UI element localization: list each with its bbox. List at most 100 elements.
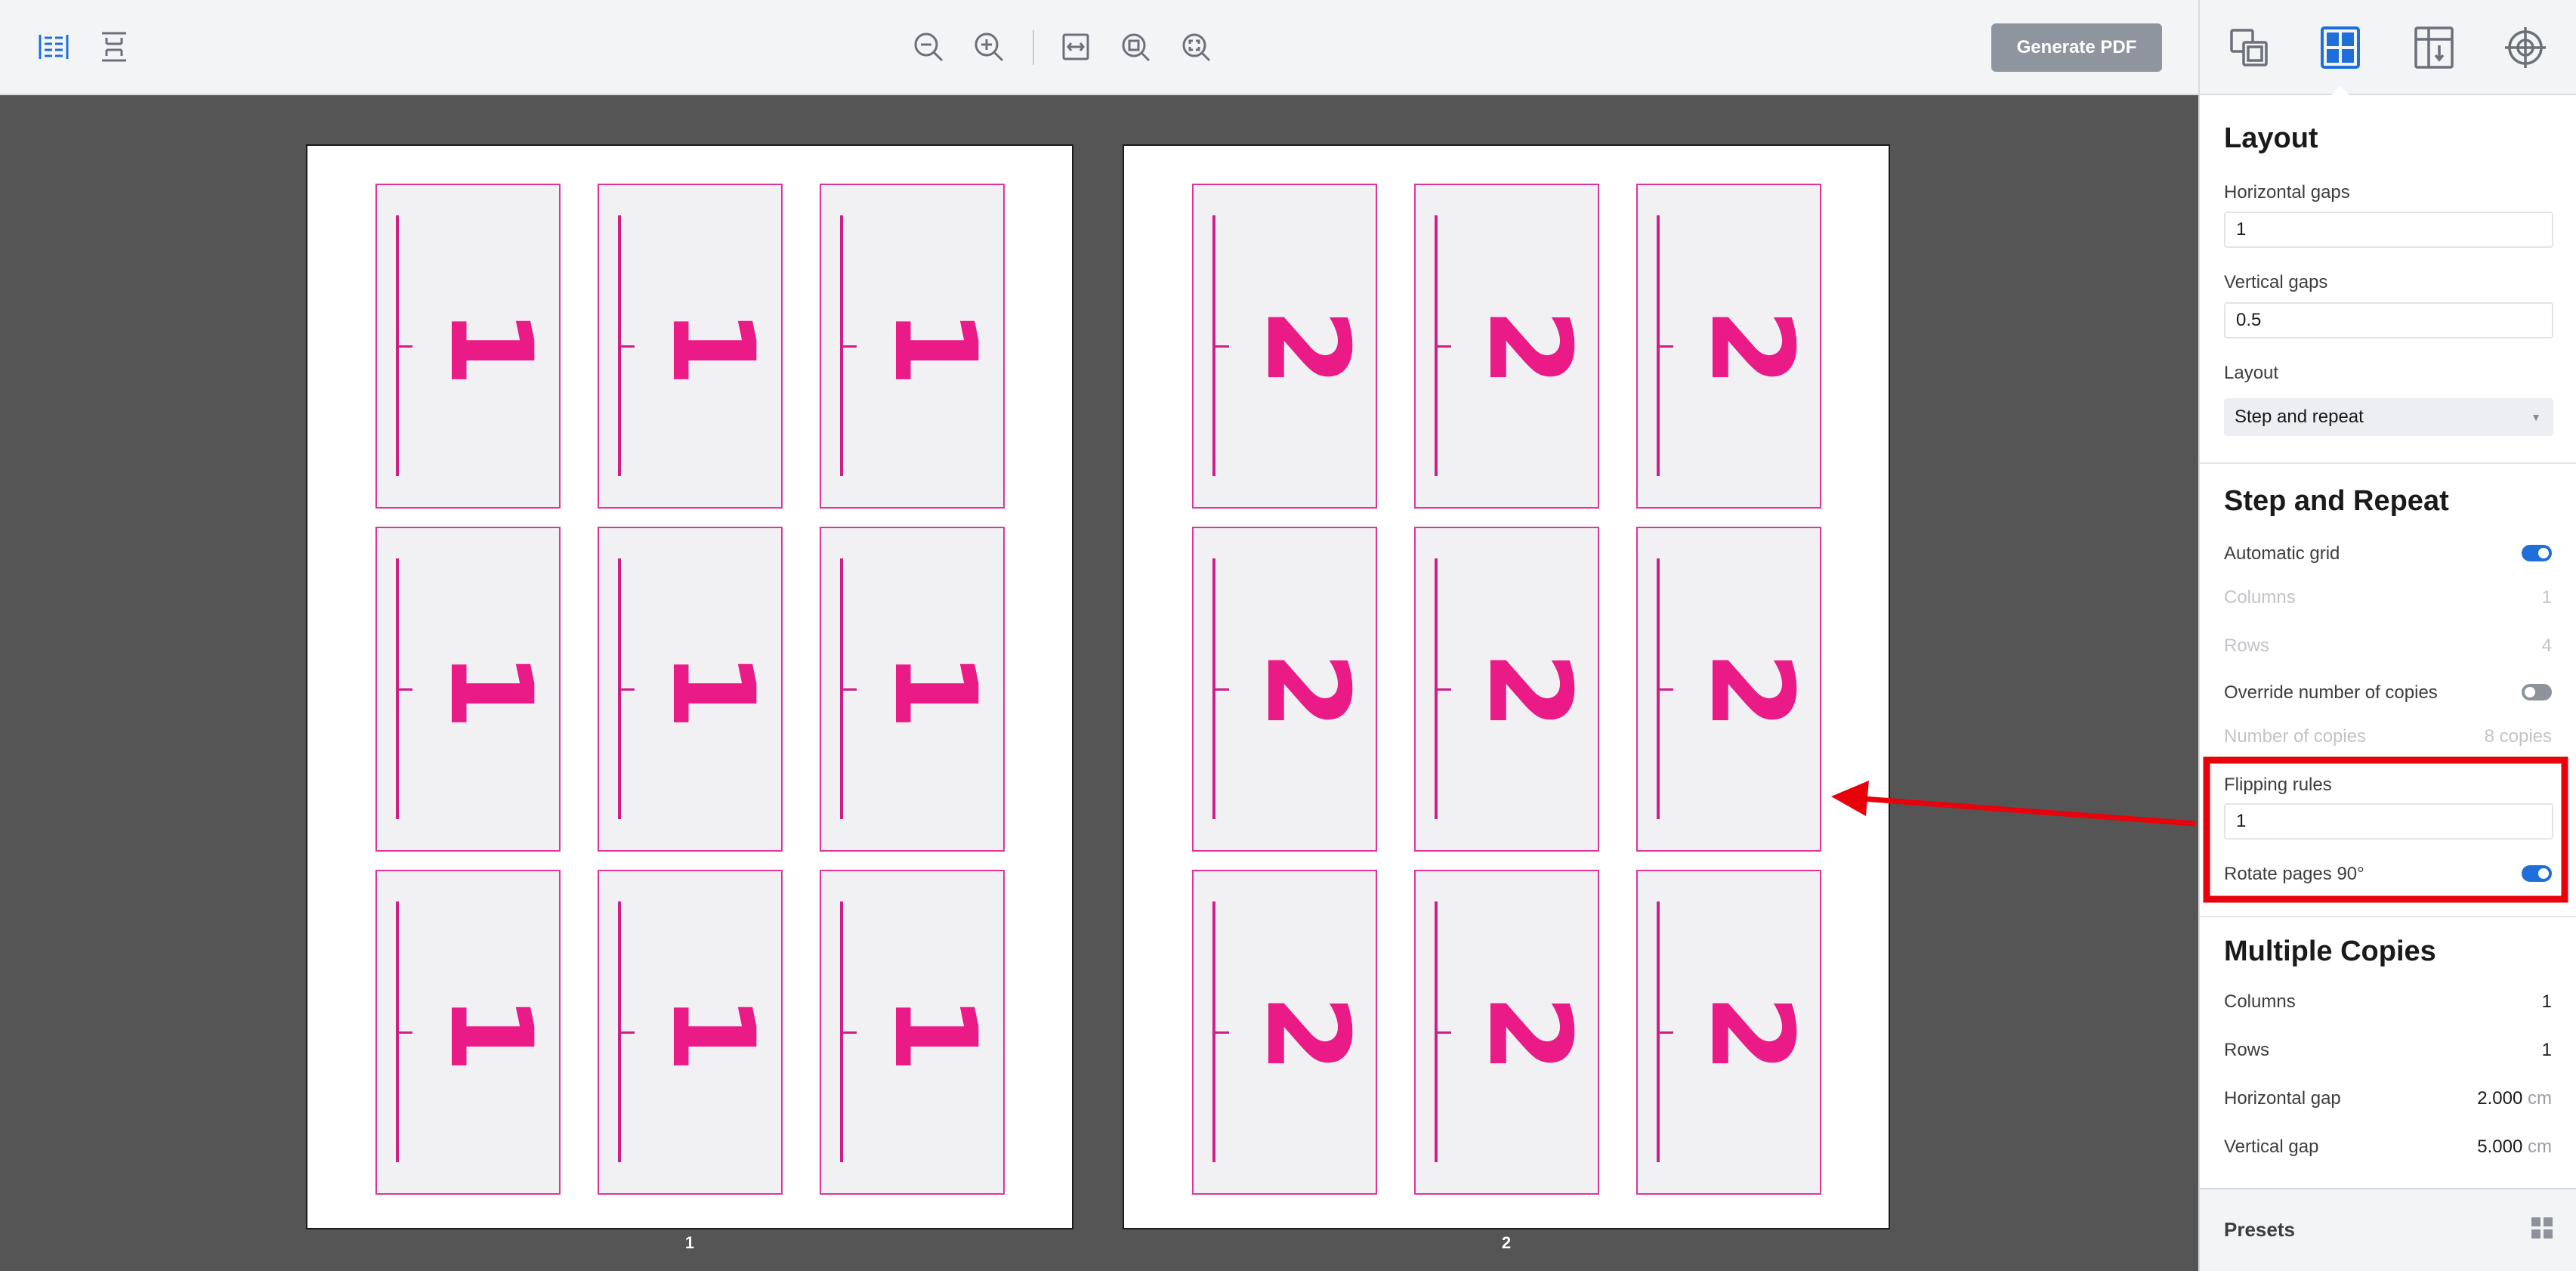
flipping-rules-input[interactable]: [2224, 803, 2553, 840]
horizontal-gaps-label: Horizontal gaps: [2224, 182, 2350, 203]
imposed-page-card: 2: [1636, 527, 1821, 852]
imposed-page-card: 2: [1414, 184, 1599, 509]
columns-value: 1: [2541, 587, 2552, 608]
panel-tabs: [2200, 0, 2576, 96]
override-copies-label: Override number of copies: [2224, 682, 2438, 703]
crop-tick: [1657, 1031, 1673, 1034]
page-digit: 2: [1241, 651, 1373, 731]
crop-tick: [1212, 345, 1229, 348]
imposed-page-card: 2: [1414, 870, 1599, 1195]
page-digit: 1: [869, 308, 1000, 388]
crop-tick: [1435, 345, 1451, 348]
automatic-grid-label: Automatic grid: [2224, 543, 2340, 564]
page-digit: 1: [647, 651, 778, 731]
imposed-page-card: 1: [598, 184, 783, 509]
page-digit: 1: [647, 994, 778, 1074]
zoom-out-icon[interactable]: [907, 25, 950, 69]
page-digit: 2: [1685, 651, 1817, 731]
fit-width-icon[interactable]: [1054, 25, 1098, 69]
mc-rows-label: Rows: [2224, 1040, 2270, 1060]
crop-tick: [840, 345, 857, 348]
mc-columns-label: Columns: [2224, 991, 2296, 1012]
multiple-copies-section-title: Multiple Copies: [2224, 935, 2436, 967]
single-page-view-icon[interactable]: [92, 25, 136, 69]
imposed-page-card: 2: [1192, 184, 1377, 509]
sheet-preview-2: 2 2 2 2 2 2 2 2 2: [1123, 144, 1890, 1229]
page-digit: 1: [425, 651, 556, 731]
page-digit: 1: [869, 651, 1000, 731]
vertical-gaps-label: Vertical gaps: [2224, 272, 2328, 292]
page-digit: 2: [1685, 994, 1817, 1074]
imposed-page-card: 1: [375, 184, 561, 509]
mc-horizontal-gap-label: Horizontal gap: [2224, 1088, 2341, 1109]
crop-tick: [396, 688, 412, 691]
imposed-page-card: 2: [1636, 184, 1821, 509]
rotate-pages-toggle[interactable]: [2522, 865, 2552, 882]
crop-tick: [618, 1031, 635, 1034]
crop-tick: [396, 1031, 412, 1034]
imposed-page-card: 1: [820, 527, 1005, 852]
page-digit: 1: [425, 994, 556, 1074]
crop-tick: [1657, 345, 1673, 348]
crop-marks-icon[interactable]: [2409, 21, 2459, 74]
page-digit: 2: [1463, 994, 1595, 1074]
mc-rows-value[interactable]: 1: [2542, 1040, 2552, 1061]
horizontal-gaps-input[interactable]: [2224, 212, 2553, 248]
pages-icon[interactable]: [2224, 21, 2274, 74]
settings-panel: Layout Horizontal gaps Vertical gaps Lay…: [2198, 0, 2576, 1271]
automatic-grid-toggle[interactable]: [2522, 545, 2552, 561]
horizontal-gap-number: 2.000: [2477, 1088, 2523, 1109]
page-digit: 1: [647, 308, 778, 388]
number-of-copies-label: Number of copies: [2224, 726, 2367, 747]
layout-icon[interactable]: [2315, 21, 2365, 74]
mc-vertical-gap-value[interactable]: 5.000 cm: [2477, 1136, 2552, 1158]
imposed-page-card: 2: [1192, 527, 1377, 852]
sheet-preview-1: 1 1 1 1 1 1 1 1 1: [306, 144, 1073, 1229]
presets-label: Presets: [2224, 1218, 2295, 1241]
imposed-page-card: 1: [375, 870, 561, 1195]
imposed-page-card: 1: [598, 527, 783, 852]
layout-select[interactable]: Step and repeat ▼: [2224, 398, 2553, 436]
override-copies-toggle[interactable]: [2522, 684, 2552, 700]
toolbar: Generate PDF: [0, 0, 2198, 95]
crop-tick: [840, 688, 857, 691]
crop-tick: [396, 345, 412, 348]
crop-tick: [1212, 688, 1229, 691]
page-number-label: 1: [684, 1233, 695, 1252]
page-digit: 2: [1241, 308, 1373, 388]
imposed-page-card: 1: [820, 184, 1005, 509]
page-digit: 2: [1241, 994, 1373, 1074]
columns-label: Columns: [2224, 587, 2296, 608]
presets-bar[interactable]: Presets: [2200, 1188, 2576, 1271]
crop-tick: [618, 688, 635, 691]
vertical-gap-number: 5.000: [2477, 1136, 2523, 1157]
section-divider: [2200, 916, 2576, 917]
mc-columns-value[interactable]: 1: [2542, 991, 2552, 1013]
imposed-page-card: 2: [1192, 870, 1377, 1195]
section-divider: [2200, 462, 2576, 464]
unit-label: cm: [2528, 1136, 2552, 1157]
rotate-pages-label: Rotate pages 90°: [2224, 864, 2364, 884]
page-number-label: 2: [1501, 1233, 1512, 1252]
registration-icon[interactable]: [2500, 21, 2550, 74]
crop-tick: [1435, 688, 1451, 691]
grid-icon[interactable]: [2531, 1217, 2553, 1243]
crop-tick: [1212, 1031, 1229, 1034]
number-of-copies-value: 8 copies: [2484, 726, 2552, 747]
zoom-fit-icon[interactable]: [1174, 25, 1218, 69]
mc-vertical-gap-label: Vertical gap: [2224, 1136, 2319, 1157]
imposed-page-card: 2: [1414, 527, 1599, 852]
page-digit: 2: [1685, 308, 1817, 388]
page-digit: 1: [869, 994, 1000, 1074]
zoom-in-icon[interactable]: [967, 25, 1011, 69]
crop-tick: [618, 345, 635, 348]
step-repeat-section-title: Step and Repeat: [2224, 485, 2449, 517]
two-page-view-icon[interactable]: [32, 25, 76, 69]
generate-pdf-button[interactable]: Generate PDF: [1991, 23, 2162, 72]
zoom-actual-icon[interactable]: [1113, 25, 1157, 69]
crop-tick: [1657, 688, 1673, 691]
vertical-gaps-input[interactable]: [2224, 302, 2553, 339]
imposed-page-card: 1: [820, 870, 1005, 1195]
mc-horizontal-gap-value[interactable]: 2.000 cm: [2477, 1088, 2552, 1109]
imposed-page-card: 1: [598, 870, 783, 1195]
